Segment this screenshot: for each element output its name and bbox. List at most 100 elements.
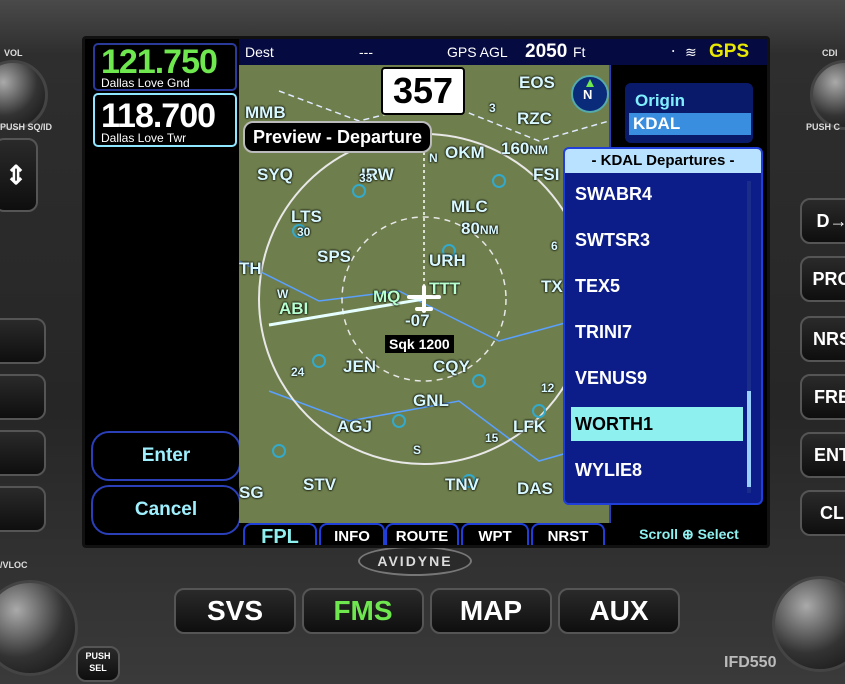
map-label-mq: MQ: [373, 287, 401, 306]
departures-title: - KDAL Departures -: [565, 149, 761, 173]
svs-button[interactable]: SVS: [174, 588, 296, 634]
vol-label: VOL: [4, 48, 23, 58]
map-label-mlc: MLC: [451, 197, 488, 216]
map-label-lfk: LFK: [513, 417, 547, 436]
map-label-range1: 160NM: [501, 139, 549, 158]
tab-nrst[interactable]: NRST: [531, 523, 605, 545]
cancel-button[interactable]: Cancel: [91, 485, 241, 535]
map-label-mmb: MMB: [245, 103, 286, 122]
lsk-4[interactable]: [0, 486, 46, 532]
swap-button[interactable]: ⇕: [0, 138, 38, 212]
fms-button[interactable]: FMS: [302, 588, 424, 634]
map-label-lts: LTS: [291, 207, 322, 226]
departures-list[interactable]: - KDAL Departures - SWABR4 SWTSR3 TEX5 T…: [563, 147, 763, 505]
map-label-th: TH: [239, 259, 262, 278]
lsk-1[interactable]: [0, 318, 46, 364]
com-active[interactable]: 121.750 Dallas Love Gnd: [93, 43, 237, 91]
page-tabs: FPL INFO ROUTE WPT NRST: [239, 523, 609, 545]
north-arrow-icon[interactable]: N: [571, 75, 609, 113]
map-label-cqy: CQY: [433, 357, 470, 376]
altitude-delta: -07: [405, 311, 430, 330]
tab-info[interactable]: INFO: [319, 523, 385, 545]
lsk-3[interactable]: [0, 430, 46, 476]
bluetooth-icon: ᛫: [669, 44, 678, 60]
map-button[interactable]: MAP: [430, 588, 552, 634]
scroll-thumb[interactable]: [747, 391, 751, 487]
departure-item[interactable]: SWTSR3: [571, 223, 743, 257]
model-label: IFD550: [724, 654, 777, 671]
gps-status: GPS: [709, 41, 750, 62]
gps-agl-label: GPS AGL: [447, 44, 508, 60]
squawk-label: Sqk 1200: [385, 335, 454, 353]
departures-scrollbar[interactable]: [747, 181, 751, 493]
brand-logo: AVIDYNE: [358, 546, 472, 576]
range-tick-30: 30: [297, 225, 311, 239]
map-label-sg: SG: [239, 483, 264, 502]
map-label-eos: EOS: [519, 73, 555, 92]
map-label-ttt: TTT: [429, 279, 461, 298]
svg-text:N: N: [583, 87, 592, 102]
push-sel-button[interactable]: PUSH SEL: [76, 646, 120, 682]
dest-label: Dest: [245, 44, 274, 60]
origin-value: KDAL: [629, 113, 751, 135]
range-tick-24: 24: [291, 365, 305, 379]
preview-departure-label: Preview - Departure: [243, 121, 433, 153]
map-label-agj: AGJ: [337, 417, 372, 436]
departure-item-selected[interactable]: WORTH1: [571, 407, 743, 441]
departure-item[interactable]: VENUS9: [571, 361, 743, 395]
agl-value: 2050: [525, 41, 568, 62]
dest-value: ---: [359, 44, 373, 60]
direct-to-button[interactable]: D→: [800, 198, 845, 244]
map-label-stv: STV: [303, 475, 337, 494]
tab-fpl[interactable]: FPL: [243, 523, 317, 545]
map-label-das: DAS: [517, 479, 553, 498]
range-tick-15: 15: [485, 431, 499, 445]
map-label-syq: SYQ: [257, 165, 293, 184]
tab-route[interactable]: ROUTE: [385, 523, 459, 545]
freq-button[interactable]: FRE: [800, 374, 845, 420]
compass-s: S: [413, 443, 422, 457]
active-frequency-name: Dallas Love Gnd: [101, 76, 190, 90]
push-sq-label: PUSH SQ/ID: [0, 122, 53, 132]
range-tick-33: 33: [359, 171, 373, 185]
enter-button[interactable]: Enter: [91, 431, 241, 481]
map-label-range2: 80NM: [461, 219, 499, 238]
compass-n: N: [429, 151, 438, 165]
origin-label: Origin: [635, 91, 686, 110]
map-label-jen: JEN: [343, 357, 377, 376]
knob-icon: ⊕: [681, 526, 694, 542]
agl-unit: Ft: [573, 44, 586, 60]
status-bar: Dest --- GPS AGL 2050 Ft ᛫ ≋ GPS: [239, 39, 767, 65]
map-label-fsi: FSI: [533, 165, 560, 184]
proc-button[interactable]: PRO: [800, 256, 845, 302]
nrst-button[interactable]: NRS: [800, 316, 845, 362]
range-tick-3: 3: [489, 101, 496, 115]
origin-box[interactable]: Origin KDAL: [625, 83, 753, 143]
map-label-abi: ABI: [279, 299, 309, 318]
lsk-2[interactable]: [0, 374, 46, 420]
departure-item[interactable]: TRINI7: [571, 315, 743, 349]
map-label-urh: URH: [429, 251, 466, 270]
departure-item[interactable]: SWABR4: [571, 177, 743, 211]
wifi-icon: ≋: [685, 44, 697, 60]
com-standby[interactable]: 118.700 Dallas Love Twr: [93, 93, 237, 147]
aux-button[interactable]: AUX: [558, 588, 680, 634]
map-label-sps: SPS: [317, 247, 352, 266]
map-label-tnv: TNV: [445, 475, 479, 494]
cdi-label: CDI: [822, 48, 838, 58]
range-tick-12: 12: [541, 381, 555, 395]
map-label-rzc: RZC: [517, 109, 552, 128]
push-c-label: PUSH C: [806, 122, 841, 132]
display-screen: 121.750 Dallas Love Gnd 118.700 Dallas L…: [82, 36, 770, 548]
scroll-select-hint: Scroll ⊕ Select: [639, 526, 739, 542]
enter-hw-button[interactable]: ENT: [800, 432, 845, 478]
departure-item[interactable]: TEX5: [571, 269, 743, 303]
heading-readout: 357: [381, 67, 465, 115]
vloc-label: /VLOC: [0, 560, 28, 570]
map-label-tx: TX: [541, 277, 563, 296]
clear-button[interactable]: CL: [800, 490, 845, 536]
tab-wpt[interactable]: WPT: [461, 523, 529, 545]
map-label-okm: OKM: [445, 143, 485, 162]
map-label-gnl: GNL: [413, 391, 449, 410]
departure-item[interactable]: WYLIE8: [571, 453, 743, 487]
